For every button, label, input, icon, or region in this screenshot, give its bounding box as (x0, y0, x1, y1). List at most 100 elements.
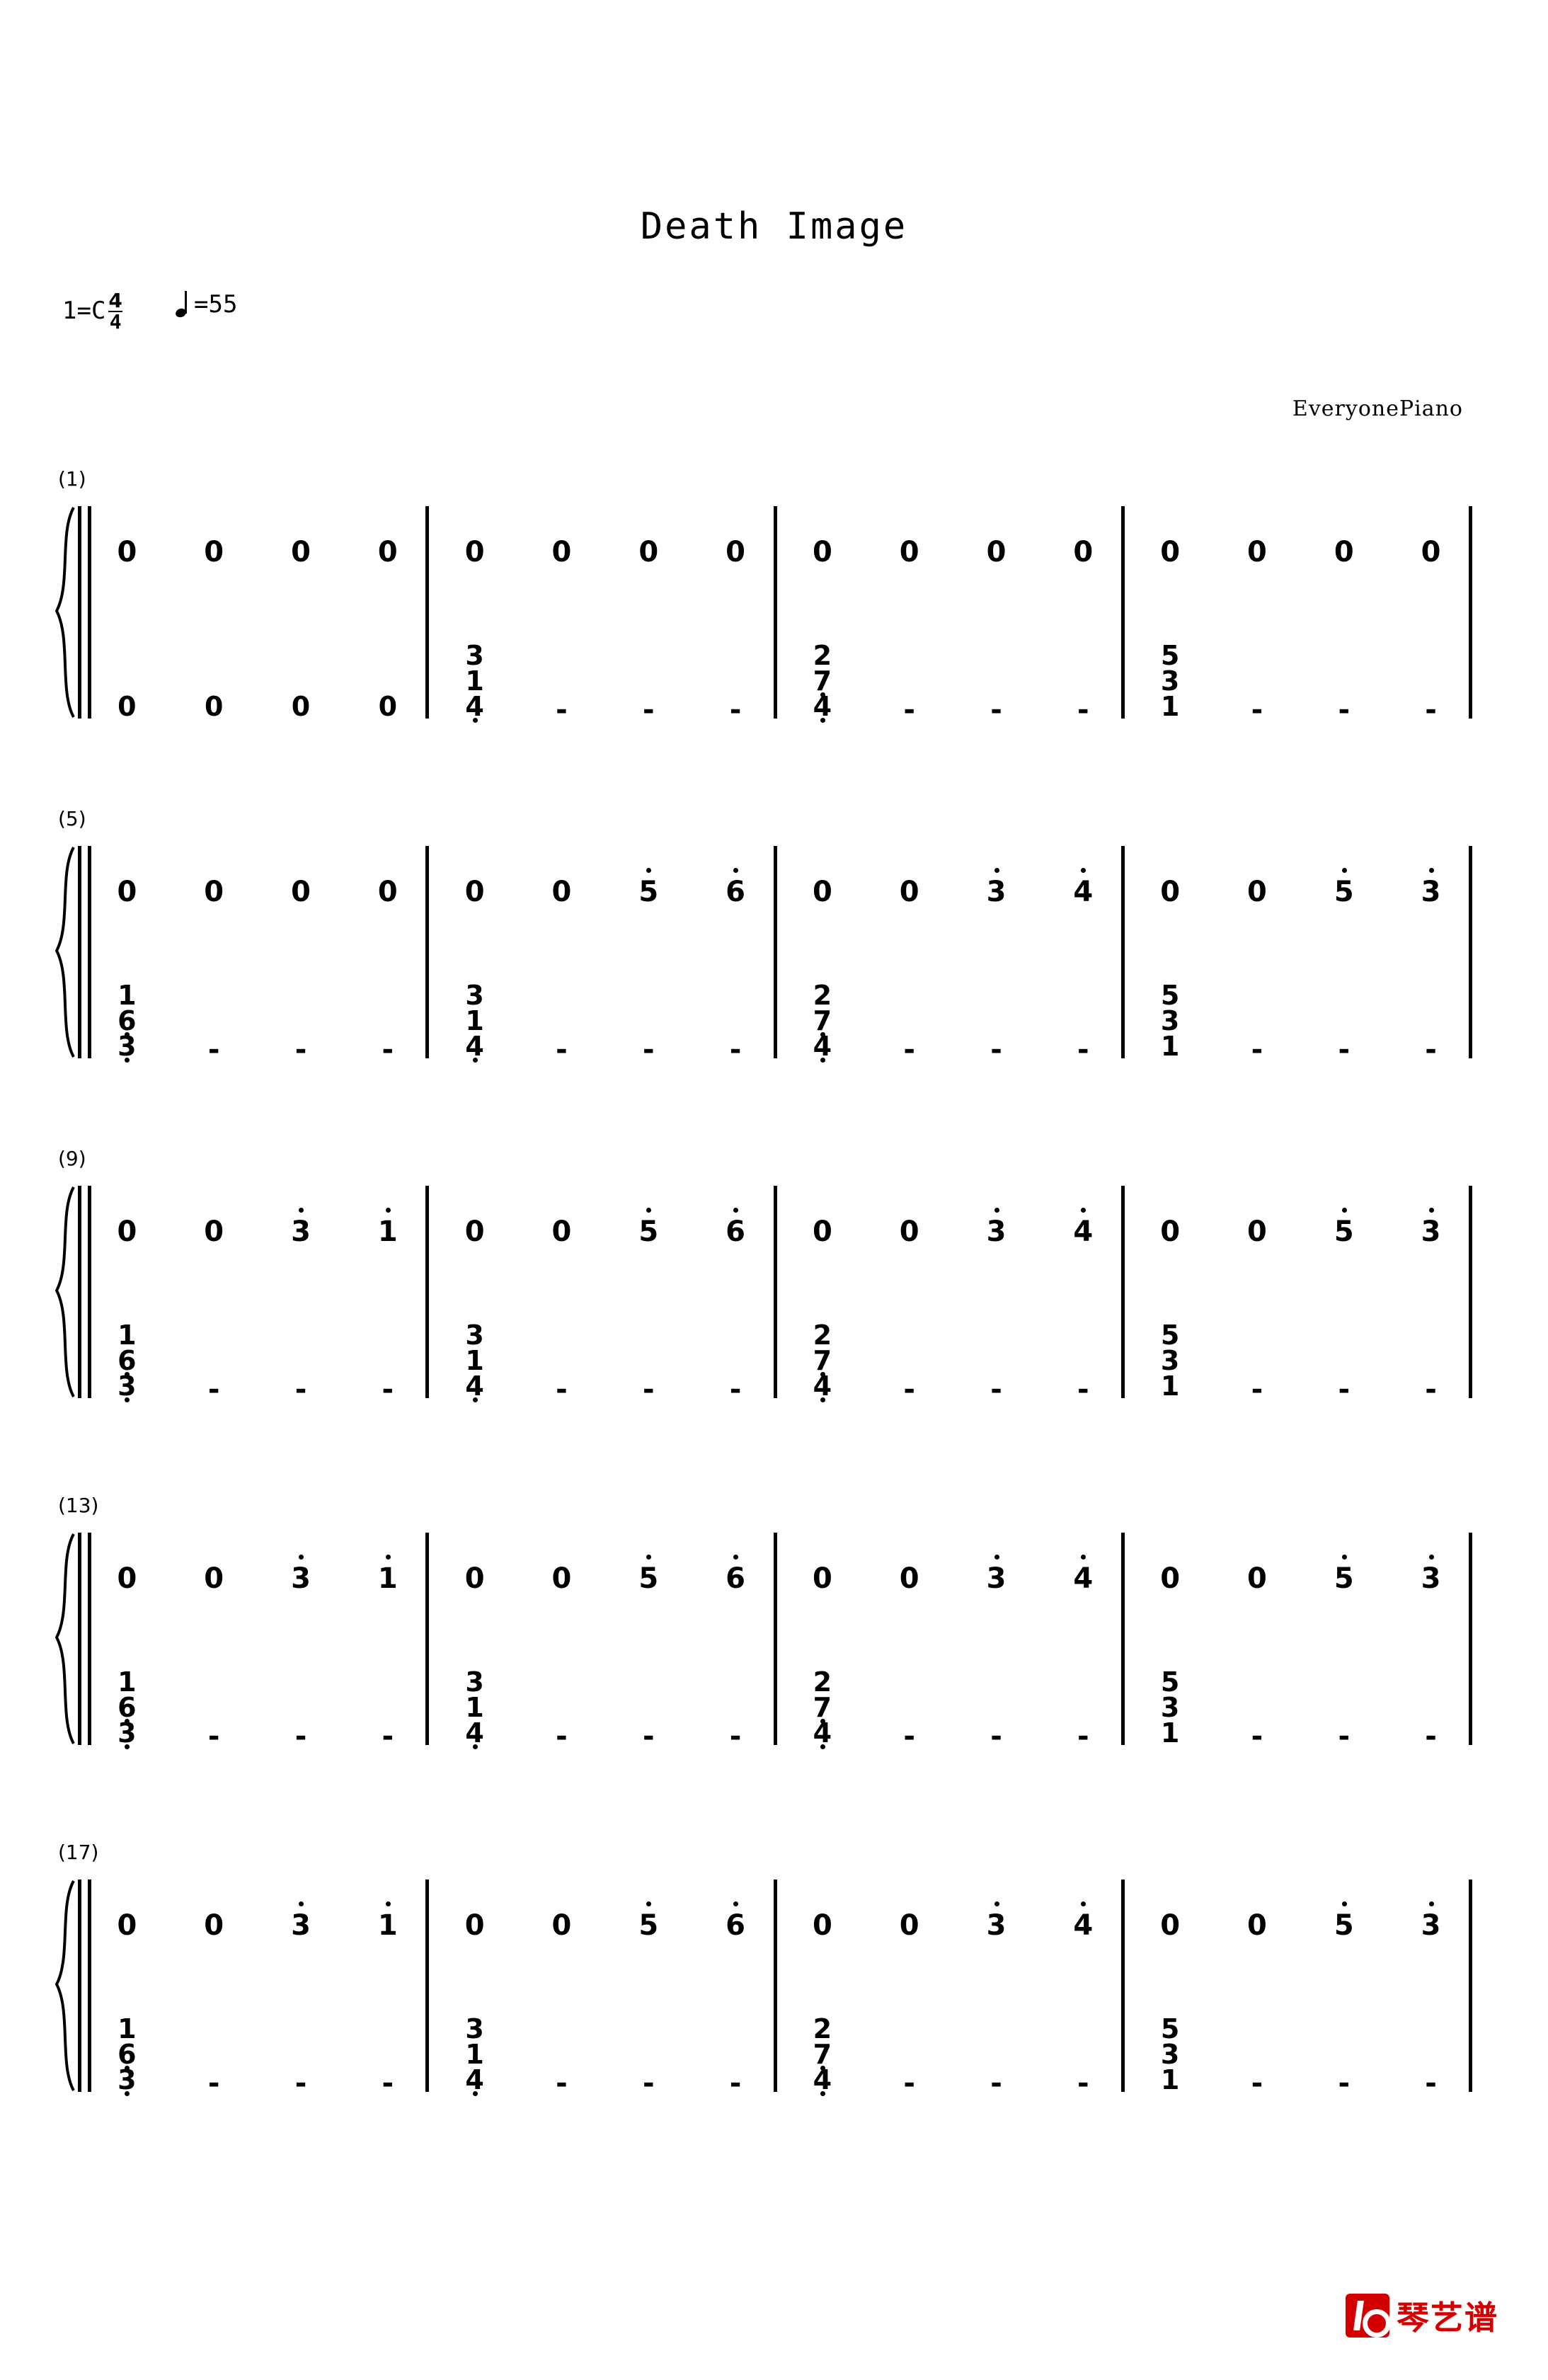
barline-start (78, 506, 81, 719)
bass-beat: - (627, 1720, 670, 1753)
bass-beat: - (627, 694, 670, 726)
bass-beat: - (540, 1720, 583, 1753)
note-number: 3 (1160, 2039, 1180, 2071)
treble-beat: 0 (1236, 878, 1278, 906)
treble-beat: 0 (280, 878, 322, 906)
note-number: 2 (813, 1320, 832, 1351)
duration-dash: - (294, 1373, 307, 1406)
octave-dot-above-icon (733, 868, 739, 873)
note-number: 0 (812, 1909, 832, 1942)
duration-dash: - (642, 1034, 655, 1066)
treble-beat: 0 (454, 878, 496, 906)
note-number: 5 (638, 876, 659, 908)
note-number: 5 (1334, 1215, 1354, 1248)
note-number: 4 (813, 1371, 832, 1403)
bass-chord: 163 (105, 980, 148, 1063)
bass-chord: 531 (1149, 1669, 1191, 1746)
duration-dash: - (382, 2067, 394, 2100)
octave-dot-above-icon (646, 868, 652, 873)
note-number: 4 (465, 1717, 484, 1750)
duration-dash: - (1251, 1373, 1263, 1406)
note-number: 2 (813, 640, 832, 671)
duration-dash: - (1251, 2067, 1263, 2100)
treble-beat: 0 (1410, 538, 1452, 566)
bass-beat: - (888, 1373, 931, 1406)
octave-dot-above-icon (385, 1901, 391, 1906)
note-number: 0 (117, 1909, 137, 1942)
duration-dash: - (990, 694, 1002, 726)
note-number: 4 (465, 2064, 484, 2097)
bass-beat: - (1062, 1720, 1104, 1753)
treble-beat: 0 (193, 878, 235, 906)
octave-dot-above-icon (1081, 1901, 1087, 1906)
bass-beat: - (1323, 1373, 1365, 1406)
treble-beat: 1 (367, 1555, 409, 1595)
duration-dash: - (382, 1720, 394, 1753)
duration-dash: - (729, 2067, 742, 2100)
bass-beat: - (1410, 2067, 1452, 2100)
treble-beat: 3 (975, 868, 1018, 906)
octave-dot-below-icon (472, 718, 478, 723)
bass-beat: - (193, 1034, 235, 1066)
barline (1469, 1533, 1472, 1745)
treble-beat: 5 (627, 868, 670, 908)
duration-dash: - (207, 1034, 220, 1066)
octave-dot-below-icon (820, 718, 825, 723)
barline (425, 1880, 430, 2092)
duration-dash: - (1338, 1034, 1351, 1066)
duration-dash: - (990, 1373, 1002, 1406)
staff-system: (5) 0 0 0 0 1 6 3- - -0 0 5 6 3 1 4- - -0 0 3 4 2 7 4- - -0 0 5 3 5 3 1… (0, 807, 1548, 1111)
note-number: 3 (465, 980, 484, 1011)
bass-chord: 531 (1149, 982, 1191, 1060)
treble-beat: 0 (888, 878, 931, 906)
treble-beat: 0 (193, 1564, 235, 1593)
duration-dash: - (1425, 1034, 1437, 1066)
barline (425, 846, 430, 1058)
note-number: 0 (204, 536, 224, 568)
bass-beat: - (888, 694, 931, 726)
barline-start-inner (88, 506, 91, 719)
note-number: 1 (1160, 1717, 1180, 1749)
key-signature: 1=C 4 4 (62, 290, 122, 332)
octave-dot-above-icon (733, 1901, 739, 1906)
note-number: 0 (812, 1215, 832, 1248)
bass-beat: - (540, 2067, 583, 2100)
duration-dash: - (1077, 1720, 1089, 1753)
octave-dot-below-icon (820, 2091, 825, 2097)
duration-dash: - (294, 1720, 307, 1753)
treble-beat: 3 (1410, 1208, 1452, 1246)
treble-beat: 0 (1323, 538, 1365, 566)
treble-beat: 3 (280, 1208, 322, 1246)
duration-dash: - (642, 1720, 655, 1753)
note-number: 0 (551, 1909, 572, 1942)
bass-chord: 314 (454, 1322, 496, 1403)
duration-dash: - (1077, 694, 1089, 726)
measure-number: (9) (58, 1147, 86, 1170)
octave-dot-above-icon (1428, 1208, 1434, 1213)
note-number: 1 (117, 980, 137, 1011)
octave-dot-below-icon (125, 2091, 130, 2097)
barline (1469, 506, 1472, 719)
octave-dot-below-icon (820, 1744, 825, 1750)
bass-chord: 314 (454, 642, 496, 723)
octave-dot-above-icon (994, 1901, 999, 1906)
note-number: 0 (204, 691, 224, 722)
barline-start-inner (88, 846, 91, 1058)
note-number: 0 (204, 1909, 224, 1942)
note-number: 0 (899, 1909, 919, 1942)
note-number: 3 (986, 1909, 1007, 1942)
note-number: 5 (1334, 1562, 1354, 1595)
note-number: 6 (726, 1909, 746, 1942)
bass-chord: 531 (1149, 642, 1191, 720)
note-number: 1 (377, 1562, 398, 1595)
bass-beat: - (280, 1034, 322, 1066)
note-number: 4 (813, 1717, 832, 1750)
octave-dot-above-icon (994, 1555, 999, 1560)
octave-dot-below-icon (125, 1397, 130, 1403)
note-number: 3 (986, 1562, 1007, 1595)
barline-start (78, 1533, 81, 1745)
bass-chord: 274 (801, 982, 844, 1063)
treble-beat: 4 (1062, 1555, 1104, 1593)
octave-dot-above-icon (1081, 1555, 1087, 1560)
bass-beat: - (193, 2067, 235, 2100)
